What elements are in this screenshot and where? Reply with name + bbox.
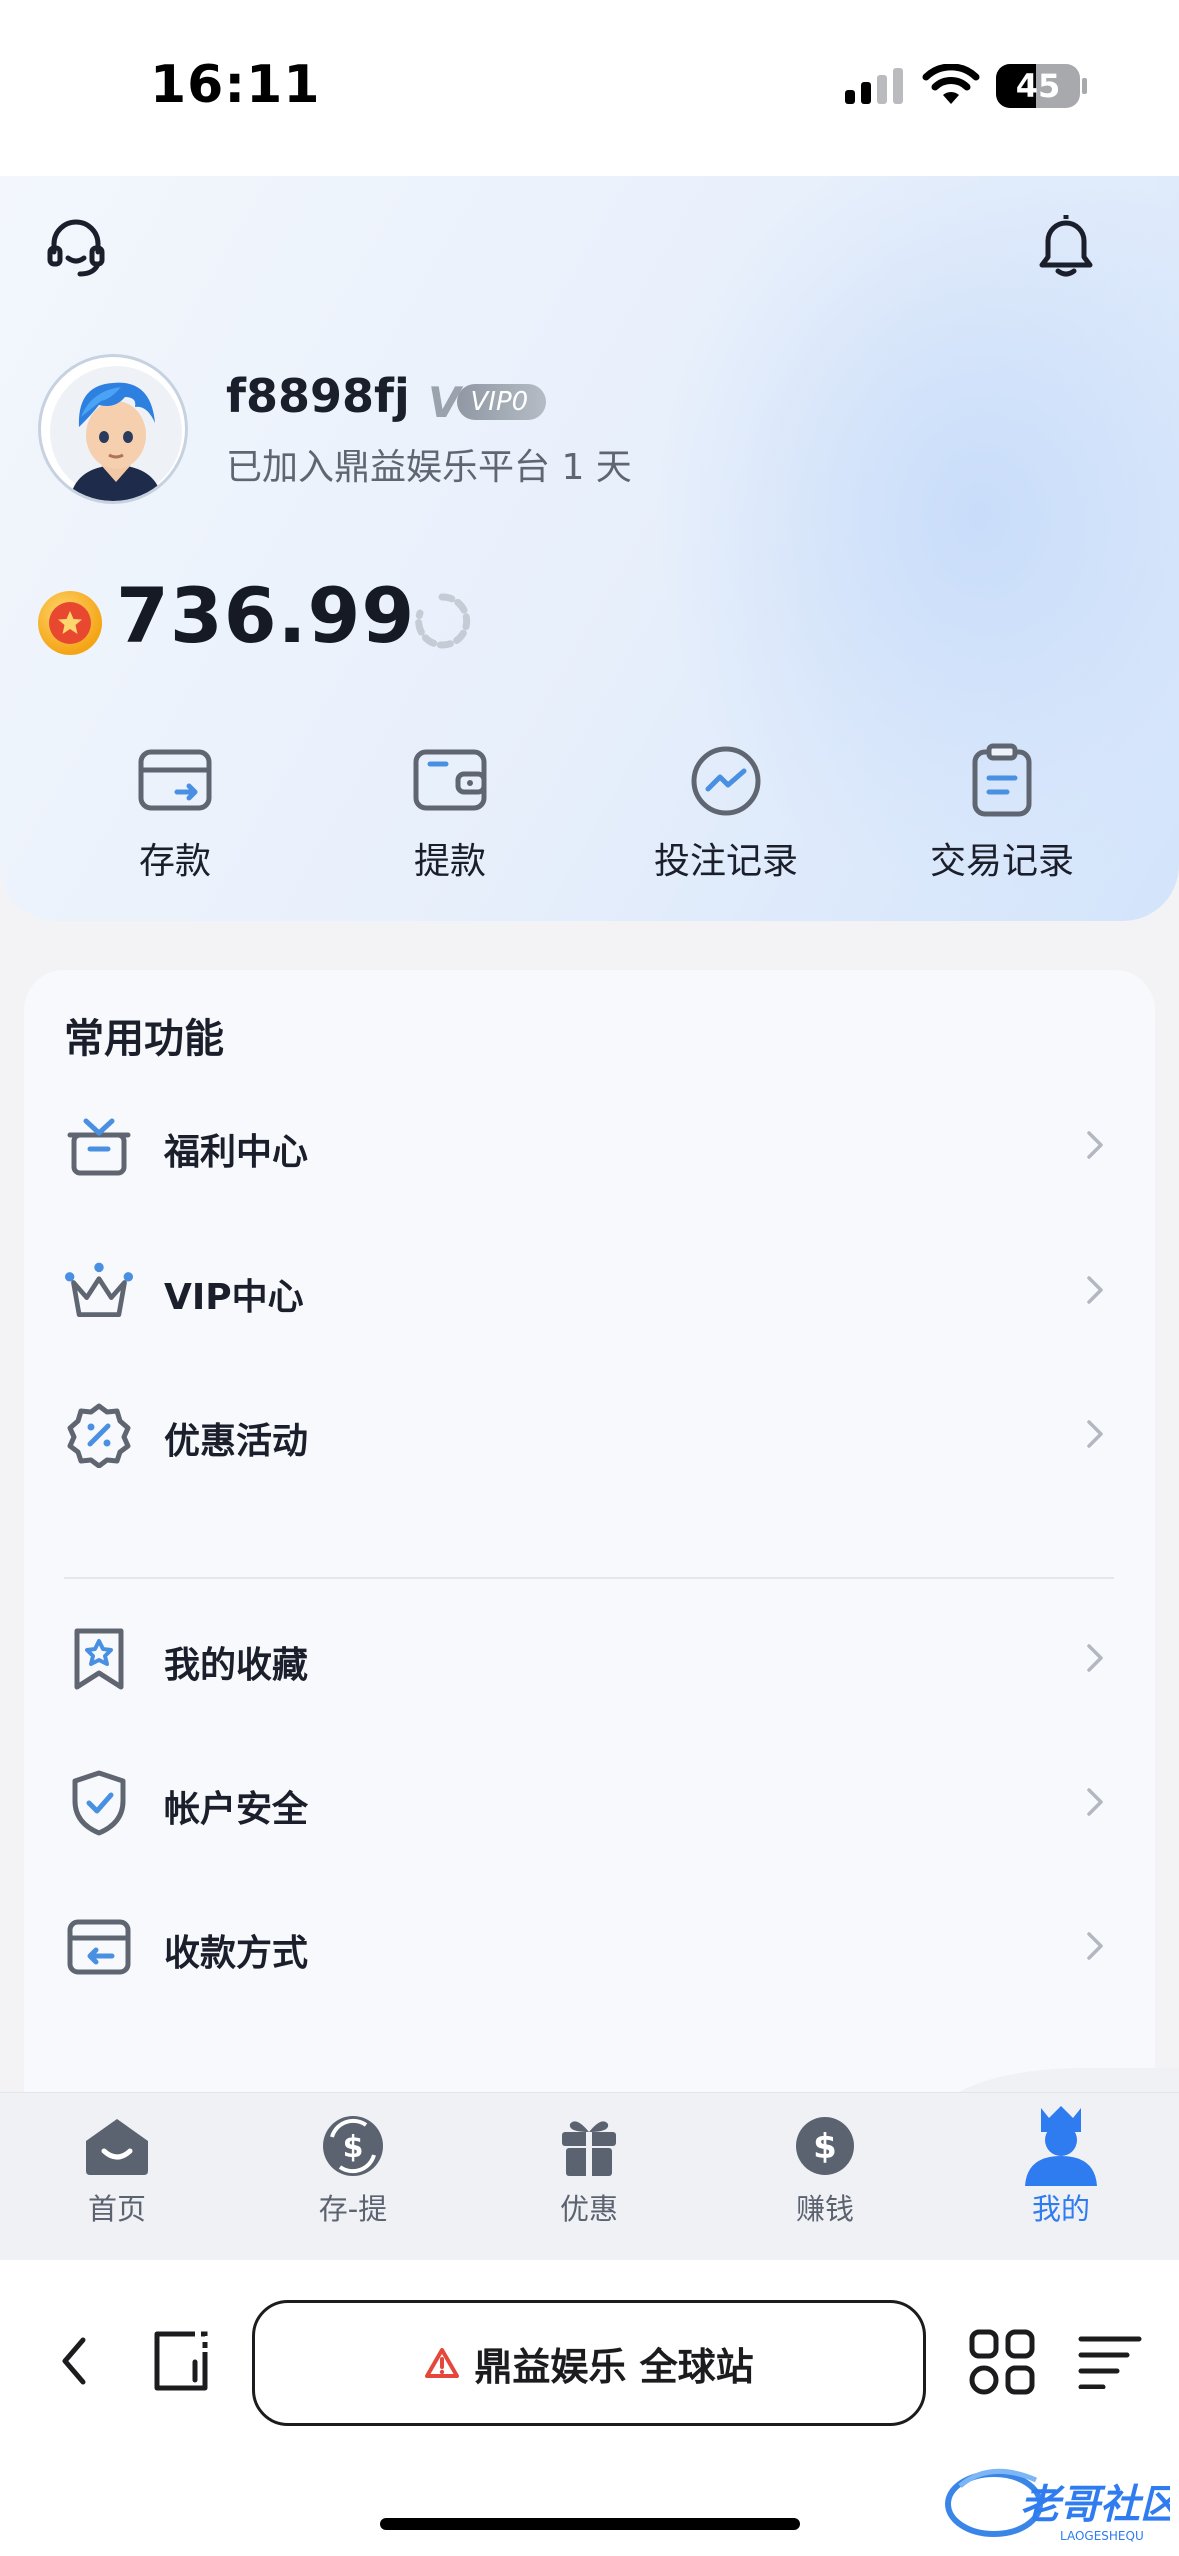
battery-level: 45: [1015, 67, 1061, 105]
menu-item-favorites[interactable]: 我的收藏: [24, 1588, 1155, 1728]
card-title: 常用功能: [64, 1016, 224, 1062]
refresh-icon[interactable]: [412, 591, 472, 651]
menu-item-account-security[interactable]: 帐户安全: [24, 1732, 1155, 1872]
clipboard-icon: [972, 743, 1032, 817]
common-functions-card: 常用功能 福利中心 VIP中心 优惠活动 我的收藏 帐户安全 收款方式: [24, 970, 1155, 2130]
cellular-signal-icon: [845, 68, 903, 104]
withdraw-label: 提款: [413, 841, 486, 882]
quick-actions: 存款 提款 投注记录 交易记录: [0, 736, 1179, 886]
profile-header: f8898fj V VIP0 已加入鼎益娱乐平台 1 天 736.99 存款 提…: [0, 176, 1179, 921]
menu-item-payment-methods[interactable]: 收款方式: [24, 1876, 1155, 2016]
balance-amount: 736.99: [116, 571, 416, 660]
apps-button[interactable]: [962, 2322, 1042, 2402]
chevron-right-icon: [1087, 1420, 1103, 1448]
trend-chart-icon: [691, 746, 761, 816]
shield-check-icon: [72, 1770, 126, 1836]
menu-item-promotions[interactable]: 优惠活动: [24, 1364, 1155, 1504]
divider: [64, 1577, 1114, 1579]
headset-icon: [47, 219, 105, 277]
transaction-records-button[interactable]: 交易记录: [882, 736, 1122, 886]
chevron-right-icon: [1087, 1788, 1103, 1816]
menu-item-welfare-center[interactable]: 福利中心: [24, 1075, 1155, 1215]
coin-icon: [38, 591, 102, 655]
battery-cap: [1082, 78, 1087, 94]
vip-badge[interactable]: V VIP0: [428, 378, 547, 427]
warning-icon: [425, 2348, 460, 2378]
avatar[interactable]: [38, 354, 188, 504]
joined-text: 已加入鼎益娱乐平台 1 天: [226, 447, 632, 488]
wallet-icon: [413, 749, 487, 811]
menu-item-label: 优惠活动: [164, 1421, 309, 1462]
chevron-right-icon: [1087, 1131, 1103, 1159]
gift-icon: [562, 2121, 616, 2176]
crown-icon: [64, 1262, 134, 1318]
transaction-records-label: 交易记录: [929, 841, 1074, 882]
back-button[interactable]: [44, 2326, 104, 2396]
tab-offers[interactable]: 优惠: [514, 2110, 664, 2228]
tab-label: 存-提: [318, 2192, 388, 2226]
discount-badge-icon: [67, 1403, 131, 1468]
bet-records-button[interactable]: 投注记录: [606, 736, 846, 886]
grid-icon: [969, 2329, 1035, 2395]
exchange-icon: $: [323, 2116, 383, 2176]
deposit-button[interactable]: 存款: [55, 736, 295, 886]
payment-card-icon: [67, 1919, 131, 1975]
deposit-card-icon: [138, 749, 212, 811]
svg-text:LAOGESHEQU: LAOGESHEQU: [1060, 2529, 1144, 2543]
notification-button[interactable]: [1026, 204, 1106, 284]
svg-text:$: $: [343, 2130, 364, 2165]
vip-level: VIP0: [456, 384, 547, 420]
status-bar: 16:11 45: [0, 0, 1179, 176]
chevron-right-icon: [1087, 1276, 1103, 1304]
tab-home[interactable]: 首页: [42, 2110, 192, 2228]
tab-label: 优惠: [559, 2192, 618, 2226]
tabs-icon: [154, 2331, 208, 2391]
chevron-left-icon: [62, 2337, 86, 2385]
menu-item-label: 帐户安全: [164, 1789, 309, 1830]
menu-button[interactable]: [1070, 2326, 1150, 2396]
tab-label: 赚钱: [795, 2192, 854, 2226]
dollar-coin-icon: $: [796, 2117, 854, 2175]
gift-box-icon: [67, 1118, 131, 1176]
bet-records-label: 投注记录: [653, 841, 798, 882]
menu-item-label: 收款方式: [164, 1933, 309, 1974]
bookmark-star-icon: [74, 1628, 124, 1690]
menu-item-label: VIP中心: [164, 1277, 304, 1318]
svg-text:$: $: [813, 2127, 837, 2167]
menu-item-label: 我的收藏: [164, 1645, 309, 1686]
home-indicator: [380, 2518, 800, 2530]
chevron-right-icon: [1087, 1932, 1103, 1960]
watermark-logo: 老哥社区 LAOGESHEQU: [945, 2468, 1170, 2543]
address-bar[interactable]: 鼎益娱乐 全球站: [252, 2300, 926, 2426]
customer-service-button[interactable]: [36, 208, 116, 288]
tab-earn[interactable]: $ 赚钱: [750, 2110, 900, 2228]
avatar-image: [50, 366, 182, 501]
menu-lines-icon: [1078, 2336, 1142, 2389]
user-crown-icon: [1025, 2106, 1097, 2186]
menu-item-vip-center[interactable]: VIP中心: [24, 1220, 1155, 1360]
home-icon: [86, 2119, 148, 2175]
menu-item-label: 福利中心: [164, 1132, 309, 1173]
tab-label: 首页: [87, 2192, 146, 2226]
tab-deposit-withdraw[interactable]: $ 存-提: [278, 2110, 428, 2228]
chevron-right-icon: [1087, 1644, 1103, 1672]
address-title: 鼎益娱乐 全球站: [474, 2344, 754, 2389]
tabs-button[interactable]: [146, 2324, 216, 2398]
username: f8898fj: [226, 369, 410, 423]
tab-mine[interactable]: 我的: [986, 2106, 1136, 2228]
tab-label: 我的: [1031, 2192, 1090, 2226]
status-time: 16:11: [150, 55, 321, 115]
battery-icon: 45: [996, 64, 1080, 108]
vip-v-icon: V: [428, 377, 461, 427]
bell-icon: [1039, 215, 1093, 277]
wifi-icon: [922, 64, 980, 104]
withdraw-button[interactable]: 提款: [330, 736, 570, 886]
deposit-label: 存款: [138, 841, 211, 882]
svg-text:老哥社区: 老哥社区: [1020, 2482, 1170, 2528]
